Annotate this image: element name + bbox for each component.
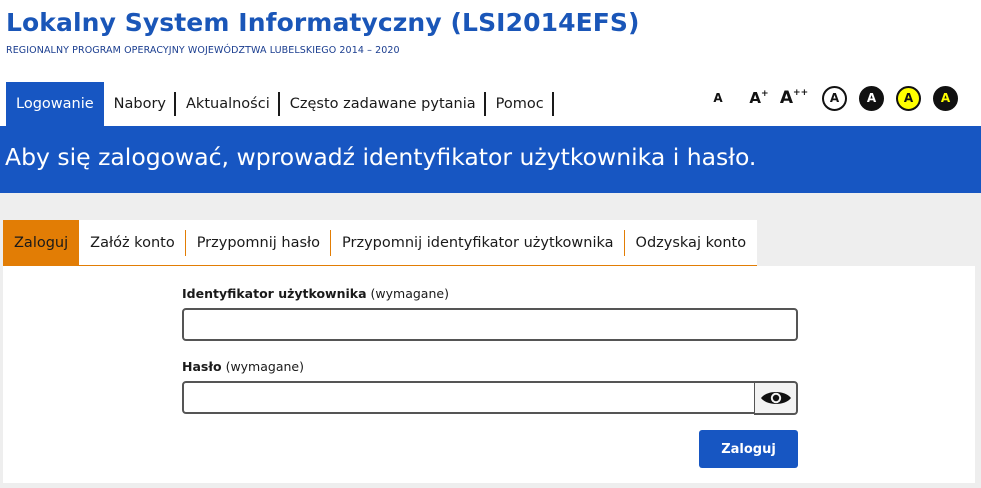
font-size-normal-button[interactable]: A	[705, 91, 731, 105]
main-nav: Logowanie Nabory Aktualności Często zada…	[6, 82, 554, 126]
tab-zaloz-konto[interactable]: Załóż konto	[79, 220, 186, 266]
font-size-large-sup: ++	[793, 88, 809, 99]
tab-odzyskaj-konto[interactable]: Odzyskaj konto	[624, 220, 758, 266]
nav-item-faq[interactable]: Często zadawane pytania	[280, 82, 486, 126]
font-size-medium-label: A	[749, 89, 762, 107]
password-input[interactable]	[182, 381, 756, 414]
header-title: Lokalny System Informatyczny (LSI2014EFS…	[6, 8, 640, 37]
nav-item-aktualnosci[interactable]: Aktualności	[176, 82, 280, 126]
login-submit-button[interactable]: Zaloguj	[699, 430, 798, 468]
login-tabs: Zaloguj Załóż konto Przypomnij hasło Prz…	[3, 220, 758, 266]
nav-item-logowanie[interactable]: Logowanie	[6, 82, 104, 126]
password-required-text: (wymagane)	[225, 359, 304, 374]
eye-icon	[760, 392, 791, 404]
tab-przypomnij-haslo[interactable]: Przypomnij hasło	[185, 220, 332, 266]
password-label-text: Hasło	[182, 359, 222, 374]
nav-item-nabory[interactable]: Nabory	[104, 82, 177, 126]
contrast-black-white-button[interactable]: A	[859, 85, 884, 111]
tab-przypomnij-identyfikator[interactable]: Przypomnij identyfikator użytkownika	[331, 220, 625, 266]
login-form-card	[3, 266, 975, 483]
username-label-text: Identyfikator użytkownika	[182, 286, 367, 301]
header-subtitle: REGIONALNY PROGRAM OPERACYJNY WOJEWÓDZTW…	[6, 45, 400, 56]
username-required-text: (wymagane)	[370, 286, 449, 301]
show-password-button[interactable]	[754, 381, 798, 415]
page-banner: Aby się zalogować, wprowadź identyfikato…	[0, 126, 981, 193]
contrast-black-yellow-button[interactable]: A	[933, 85, 958, 111]
contrast-default-button[interactable]: A	[822, 85, 847, 111]
tab-zaloguj[interactable]: Zaloguj	[3, 220, 80, 266]
password-label: Hasło (wymagane)	[182, 359, 304, 374]
font-size-medium-sup: +	[761, 89, 769, 99]
contrast-yellow-black-button[interactable]: A	[896, 85, 921, 111]
font-size-large-label: A	[779, 88, 794, 108]
accessibility-toolbar: A A+ A++ A A A A	[705, 84, 958, 112]
username-label: Identyfikator użytkownika (wymagane)	[182, 286, 449, 301]
username-input[interactable]	[182, 308, 798, 341]
nav-item-pomoc[interactable]: Pomoc	[486, 82, 554, 126]
banner-text: Aby się zalogować, wprowadź identyfikato…	[5, 143, 757, 171]
font-size-medium-button[interactable]: A+	[739, 89, 779, 107]
font-size-large-button[interactable]: A++	[779, 88, 809, 108]
